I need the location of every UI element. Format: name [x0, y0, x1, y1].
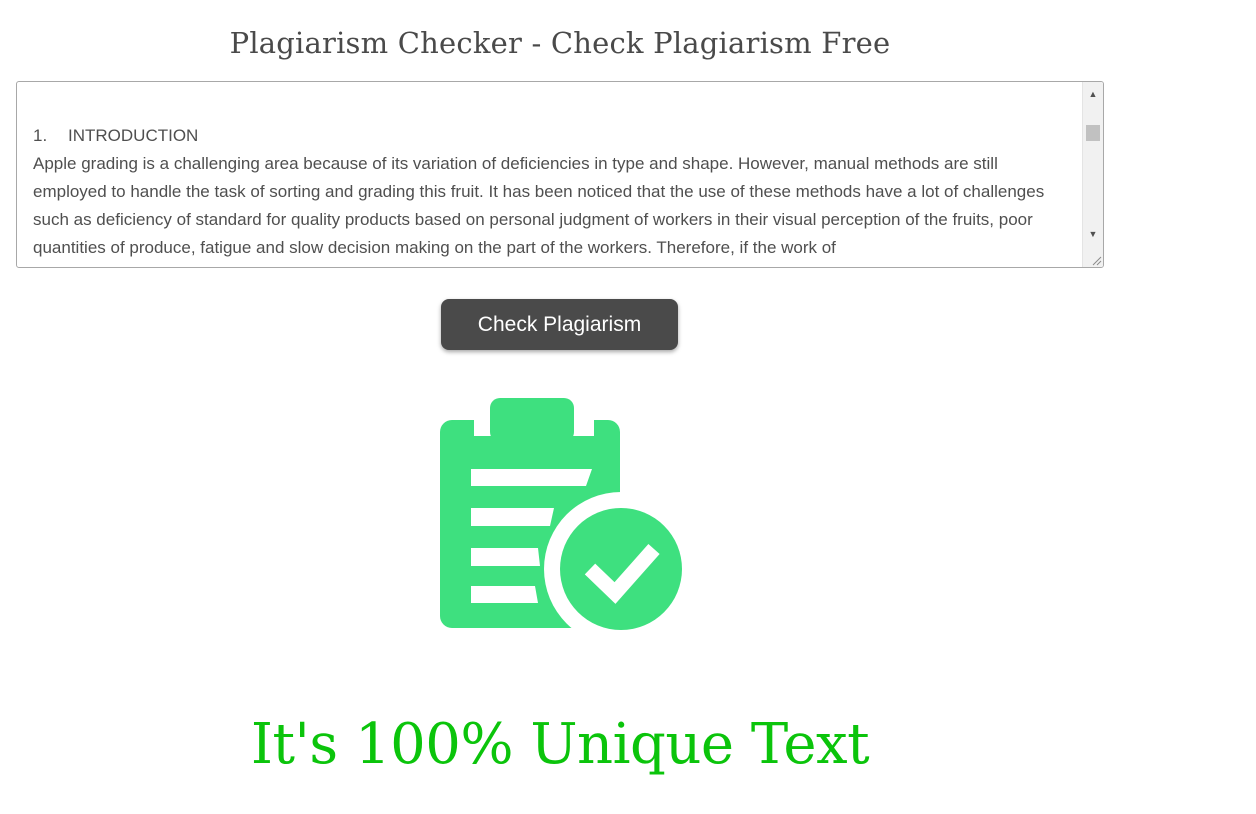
clipboard-check-icon [440, 398, 682, 630]
section-number: 1. [33, 126, 48, 145]
section-title: INTRODUCTION [68, 126, 199, 145]
section-heading: 1. INTRODUCTION [33, 122, 1073, 150]
check-plagiarism-button[interactable]: Check Plagiarism [441, 299, 678, 350]
text-content[interactable]: 1. INTRODUCTION Apple grading is a challe… [33, 122, 1073, 262]
body-text: Apple grading is a challenging area beca… [33, 154, 1045, 257]
scroll-down-icon[interactable]: ▼ [1083, 224, 1103, 244]
resize-grip-icon[interactable] [1090, 254, 1102, 266]
scroll-thumb[interactable] [1086, 125, 1100, 141]
scroll-up-icon[interactable]: ▲ [1083, 84, 1103, 104]
text-input-area[interactable]: 1. INTRODUCTION Apple grading is a challe… [16, 81, 1104, 268]
page-title: Plagiarism Checker - Check Plagiarism Fr… [229, 26, 891, 60]
result-message: It's 100% Unique Text [250, 712, 870, 777]
vertical-scrollbar[interactable]: ▲ ▼ [1082, 82, 1103, 267]
